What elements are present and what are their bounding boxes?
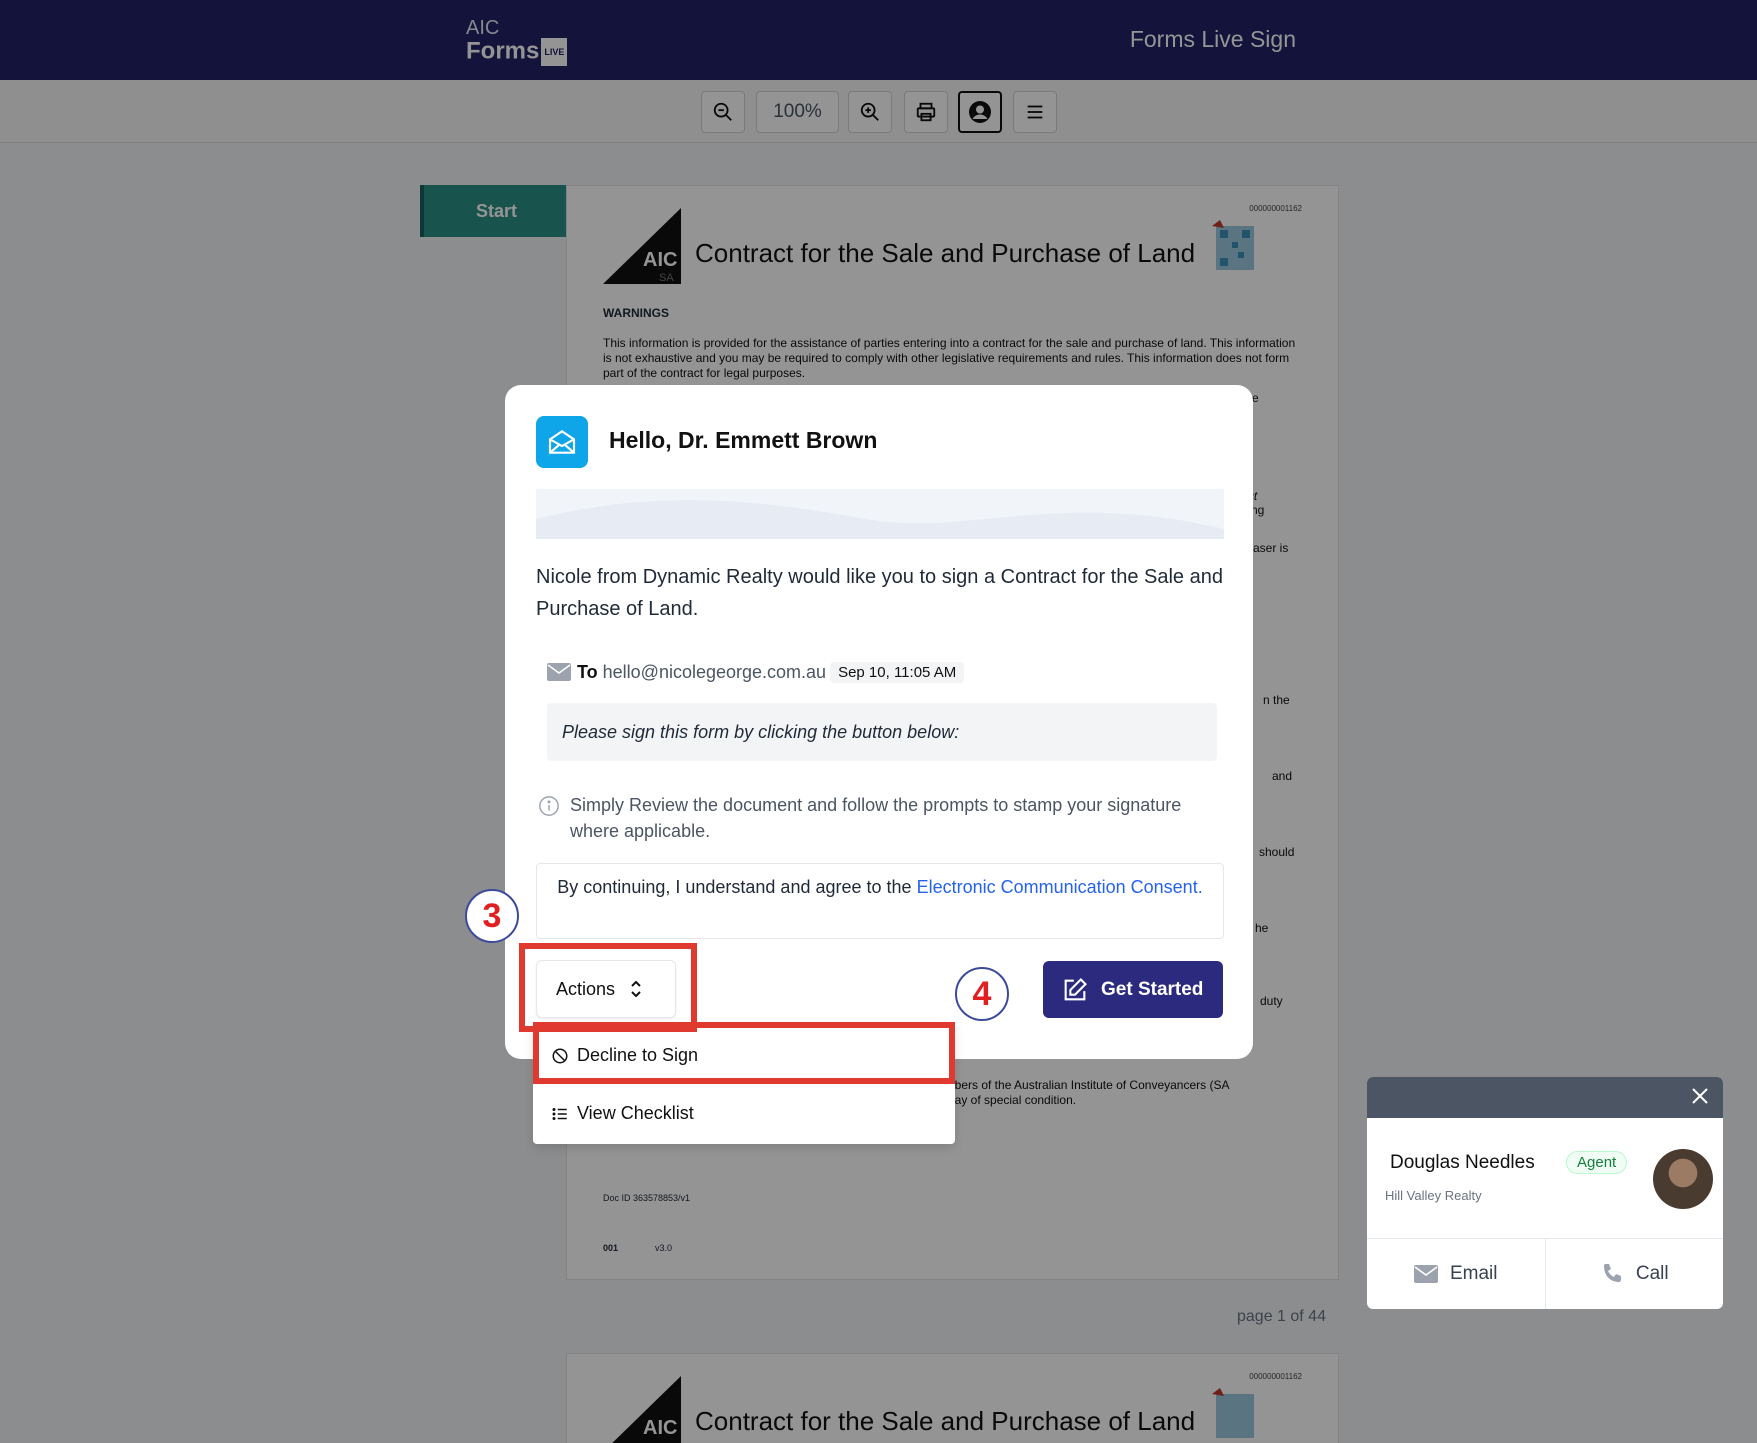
agent-card-header <box>1367 1077 1723 1118</box>
highlight-actions-button <box>519 943 697 1032</box>
highlight-decline-to-sign <box>533 1022 955 1084</box>
email-label: Email <box>1449 1263 1498 1284</box>
info-row: Simply Review the document and follow th… <box>538 792 1228 844</box>
sent-timestamp: Sep 10, 11:05 AM <box>830 661 965 683</box>
checklist-label: View Checklist <box>577 1103 694 1123</box>
phone-icon <box>1603 1264 1621 1282</box>
step-marker-4: 4 <box>955 967 1009 1021</box>
agent-role-badge: Agent <box>1566 1151 1628 1174</box>
greeting-heading: Hello, Dr. Emmett Brown <box>609 427 878 453</box>
step-marker-3: 3 <box>465 889 519 943</box>
to-label: To <box>577 661 598 682</box>
list-icon <box>552 1107 567 1120</box>
avatar <box>1653 1149 1713 1209</box>
recipient-email: hello@nicolegeorge.com.au <box>602 661 827 682</box>
agent-contact-card: Douglas Needles Agent Hill Valley Realty… <box>1367 1077 1723 1309</box>
envelope-icon <box>547 663 571 681</box>
consent-link[interactable]: Electronic Communication Consent. <box>917 877 1203 897</box>
menu-item-view-checklist[interactable]: View Checklist <box>551 1103 694 1124</box>
get-started-button[interactable]: Get Started <box>1043 961 1223 1018</box>
email-agent-button[interactable]: Email <box>1367 1239 1545 1309</box>
call-agent-button[interactable]: Call <box>1544 1239 1724 1309</box>
call-label: Call <box>1635 1263 1669 1284</box>
envelope-open-icon <box>536 416 588 468</box>
decorative-wave <box>536 489 1224 539</box>
consent-box: By continuing, I understand and agree to… <box>536 863 1224 939</box>
agent-company: Hill Valley Realty <box>1385 1188 1482 1203</box>
close-icon[interactable] <box>1691 1087 1709 1105</box>
sender-note: Please sign this form by clicking the bu… <box>547 703 1217 761</box>
consent-text: By continuing, I understand and agree to… <box>557 877 912 897</box>
envelope-icon <box>1413 1265 1438 1283</box>
info-icon <box>539 796 559 816</box>
request-message: Nicole from Dynamic Realty would like yo… <box>536 566 1223 620</box>
recipient-row: To hello@nicolegeorge.com.au Sep 10, 11:… <box>547 660 965 684</box>
info-text: Simply Review the document and follow th… <box>570 795 1182 841</box>
agent-actions: Email Call <box>1367 1238 1723 1309</box>
edit-icon <box>1064 977 1087 1000</box>
agent-name: Douglas Needles <box>1390 1152 1535 1173</box>
get-started-label: Get Started <box>1101 978 1204 1000</box>
